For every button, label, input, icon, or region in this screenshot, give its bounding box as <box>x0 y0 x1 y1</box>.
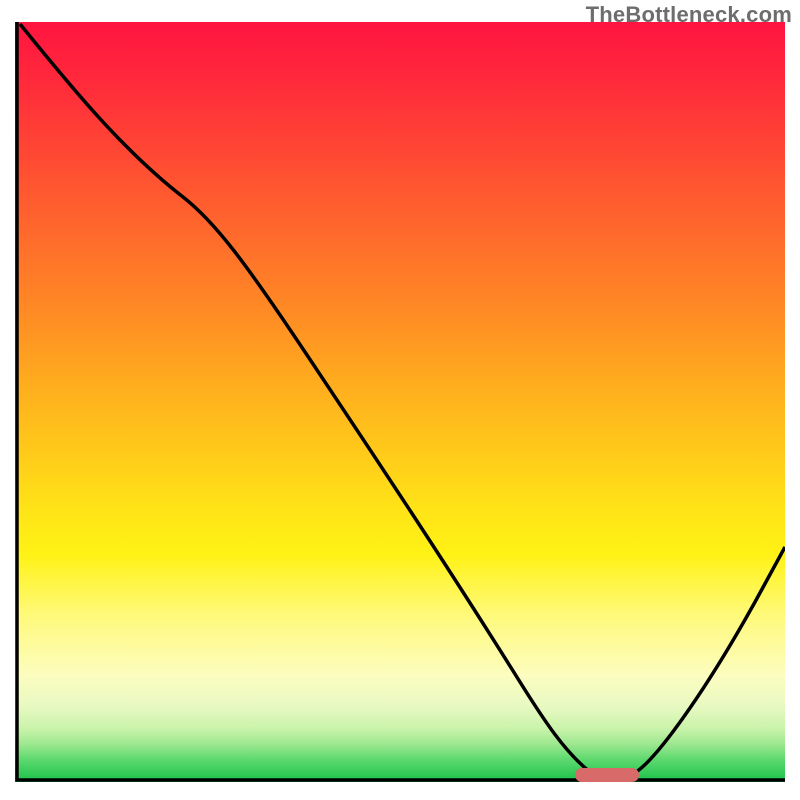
bottleneck-chart: TheBottleneck.com <box>0 0 800 800</box>
bottleneck-curve <box>20 24 785 774</box>
optimum-marker <box>575 768 639 782</box>
watermark-label: TheBottleneck.com <box>586 2 792 28</box>
axis-frame <box>17 22 785 780</box>
chart-svg <box>15 22 785 782</box>
plot-area <box>15 22 785 782</box>
